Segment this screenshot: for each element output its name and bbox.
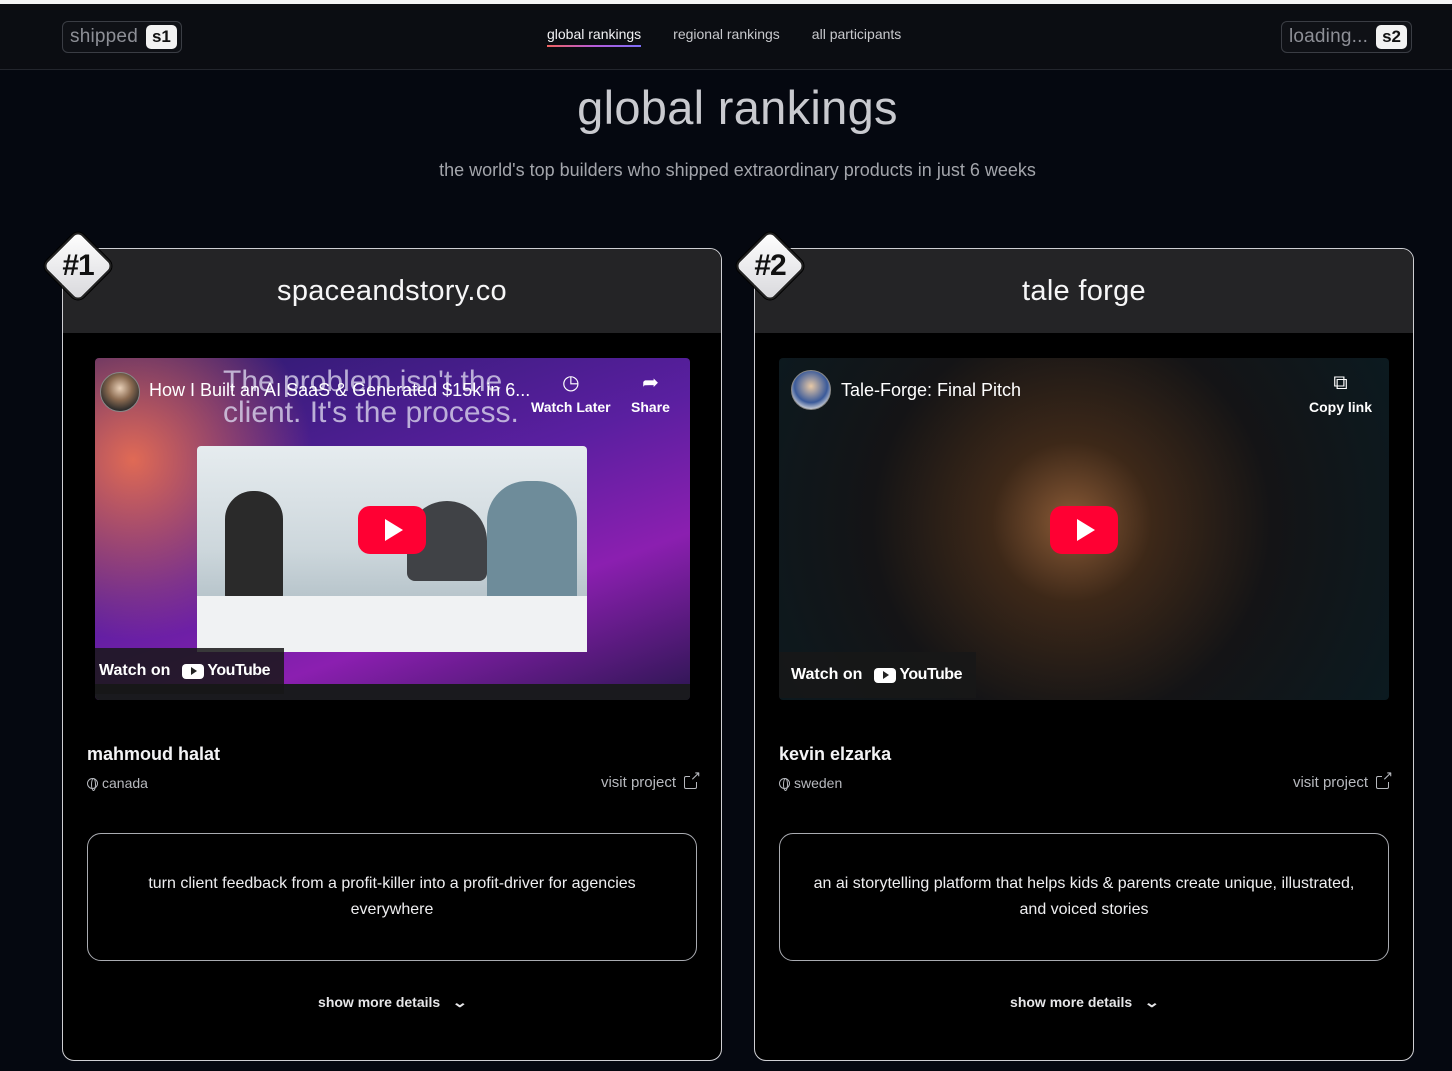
author-country: sweden xyxy=(779,775,842,791)
project-description: an ai storytelling platform that helps k… xyxy=(779,833,1389,961)
copy-link-button[interactable]: ⧉ Copy link xyxy=(1309,372,1372,415)
video-title[interactable]: How I Built an AI SaaS & Generated $15k … xyxy=(149,380,530,401)
visit-project-label: visit project xyxy=(1292,774,1368,791)
person-figure xyxy=(225,491,283,601)
watch-on-label: Watch on xyxy=(791,666,863,683)
table-shape xyxy=(197,596,587,652)
chevron-down-icon: ⌄ xyxy=(451,994,469,1010)
project-card: spaceandstory.co The problem isn't the c… xyxy=(62,248,722,1061)
visit-project-link[interactable]: visit project xyxy=(1292,769,1393,791)
author-country: canada xyxy=(87,775,148,791)
nav-all-participants[interactable]: all participants xyxy=(812,26,902,49)
nav-global-rankings[interactable]: global rankings xyxy=(547,26,642,49)
rank-badge: #1 xyxy=(40,228,116,304)
page-subtitle: the world's top builders who shipped ext… xyxy=(439,160,1036,180)
globe-icon xyxy=(87,777,98,791)
country-label: canada xyxy=(102,775,148,791)
play-button[interactable] xyxy=(358,506,426,554)
youtube-play-icon xyxy=(182,663,205,679)
video-embed[interactable]: The problem isn't the client. It's the p… xyxy=(95,358,690,700)
globe-icon xyxy=(779,777,790,791)
chevron-down-icon: ⌄ xyxy=(1143,994,1161,1010)
season-1-tag: s1 xyxy=(145,25,177,49)
video-title[interactable]: Tale-Forge: Final Pitch xyxy=(841,380,1021,401)
youtube-logo: YouTube xyxy=(182,662,270,680)
top-navbar: shipped s1 global rankings regional rank… xyxy=(0,4,1452,70)
youtube-wordmark: YouTube xyxy=(899,666,962,683)
season-2-label: loading... xyxy=(1288,26,1369,47)
project-title: spaceandstory.co xyxy=(277,274,507,307)
share-icon: ➦ xyxy=(642,372,659,394)
video-embed[interactable]: Tale-Forge: Final Pitch ⧉ Copy link Watc… xyxy=(779,358,1389,700)
author-name: kevin elzarka xyxy=(779,744,892,764)
copy-icon: ⧉ xyxy=(1333,372,1348,394)
author-name: mahmoud halat xyxy=(87,744,221,764)
project-card: tale forge Tale-Forge: Final Pitch ⧉ Cop… xyxy=(754,248,1414,1061)
show-more-details-button[interactable]: show more details ⌄ xyxy=(63,994,721,1011)
project-description: turn client feedback from a profit-kille… xyxy=(87,833,697,961)
visit-project-link[interactable]: visit project xyxy=(600,769,701,791)
main-nav: global rankings regional rankings all pa… xyxy=(547,26,901,49)
channel-avatar[interactable] xyxy=(100,372,140,412)
external-link-icon xyxy=(684,769,701,789)
watch-later-label: Watch Later xyxy=(531,399,611,415)
nav-regional-rankings[interactable]: regional rankings xyxy=(673,26,780,49)
show-more-label: show more details xyxy=(1010,994,1133,1010)
watch-later-button[interactable]: ◷ Watch Later xyxy=(531,372,611,415)
watch-on-label: Watch on xyxy=(99,662,171,679)
youtube-play-icon xyxy=(874,667,897,683)
project-title: tale forge xyxy=(1022,274,1146,307)
rank-badge: #2 xyxy=(732,228,808,304)
share-button[interactable]: ➦ Share xyxy=(631,372,670,415)
youtube-wordmark: YouTube xyxy=(207,662,270,679)
visit-project-label: visit project xyxy=(600,774,676,791)
season-2-pill[interactable]: loading... s2 xyxy=(1280,21,1412,53)
channel-avatar[interactable] xyxy=(791,370,831,410)
season-2-tag: s2 xyxy=(1376,25,1407,49)
rank-number: #1 xyxy=(62,249,94,282)
rank-number: #2 xyxy=(754,249,786,282)
play-button[interactable] xyxy=(1050,506,1118,554)
copy-link-label: Copy link xyxy=(1309,399,1373,415)
youtube-logo: YouTube xyxy=(874,666,962,684)
card-header: spaceandstory.co xyxy=(63,249,721,333)
clock-icon: ◷ xyxy=(562,372,580,394)
external-link-icon xyxy=(1376,769,1393,789)
season-1-pill[interactable]: shipped s1 xyxy=(62,21,182,53)
season-1-label: shipped xyxy=(70,26,138,47)
page-title: global rankings xyxy=(577,81,898,134)
show-more-label: show more details xyxy=(318,994,441,1010)
watch-on-youtube-button[interactable]: Watch on YouTube xyxy=(95,648,284,694)
show-more-details-button[interactable]: show more details ⌄ xyxy=(755,994,1413,1011)
watch-on-youtube-button[interactable]: Watch on YouTube xyxy=(779,652,976,698)
card-header: tale forge xyxy=(755,249,1413,333)
share-label: Share xyxy=(631,399,670,415)
country-label: sweden xyxy=(794,775,843,791)
